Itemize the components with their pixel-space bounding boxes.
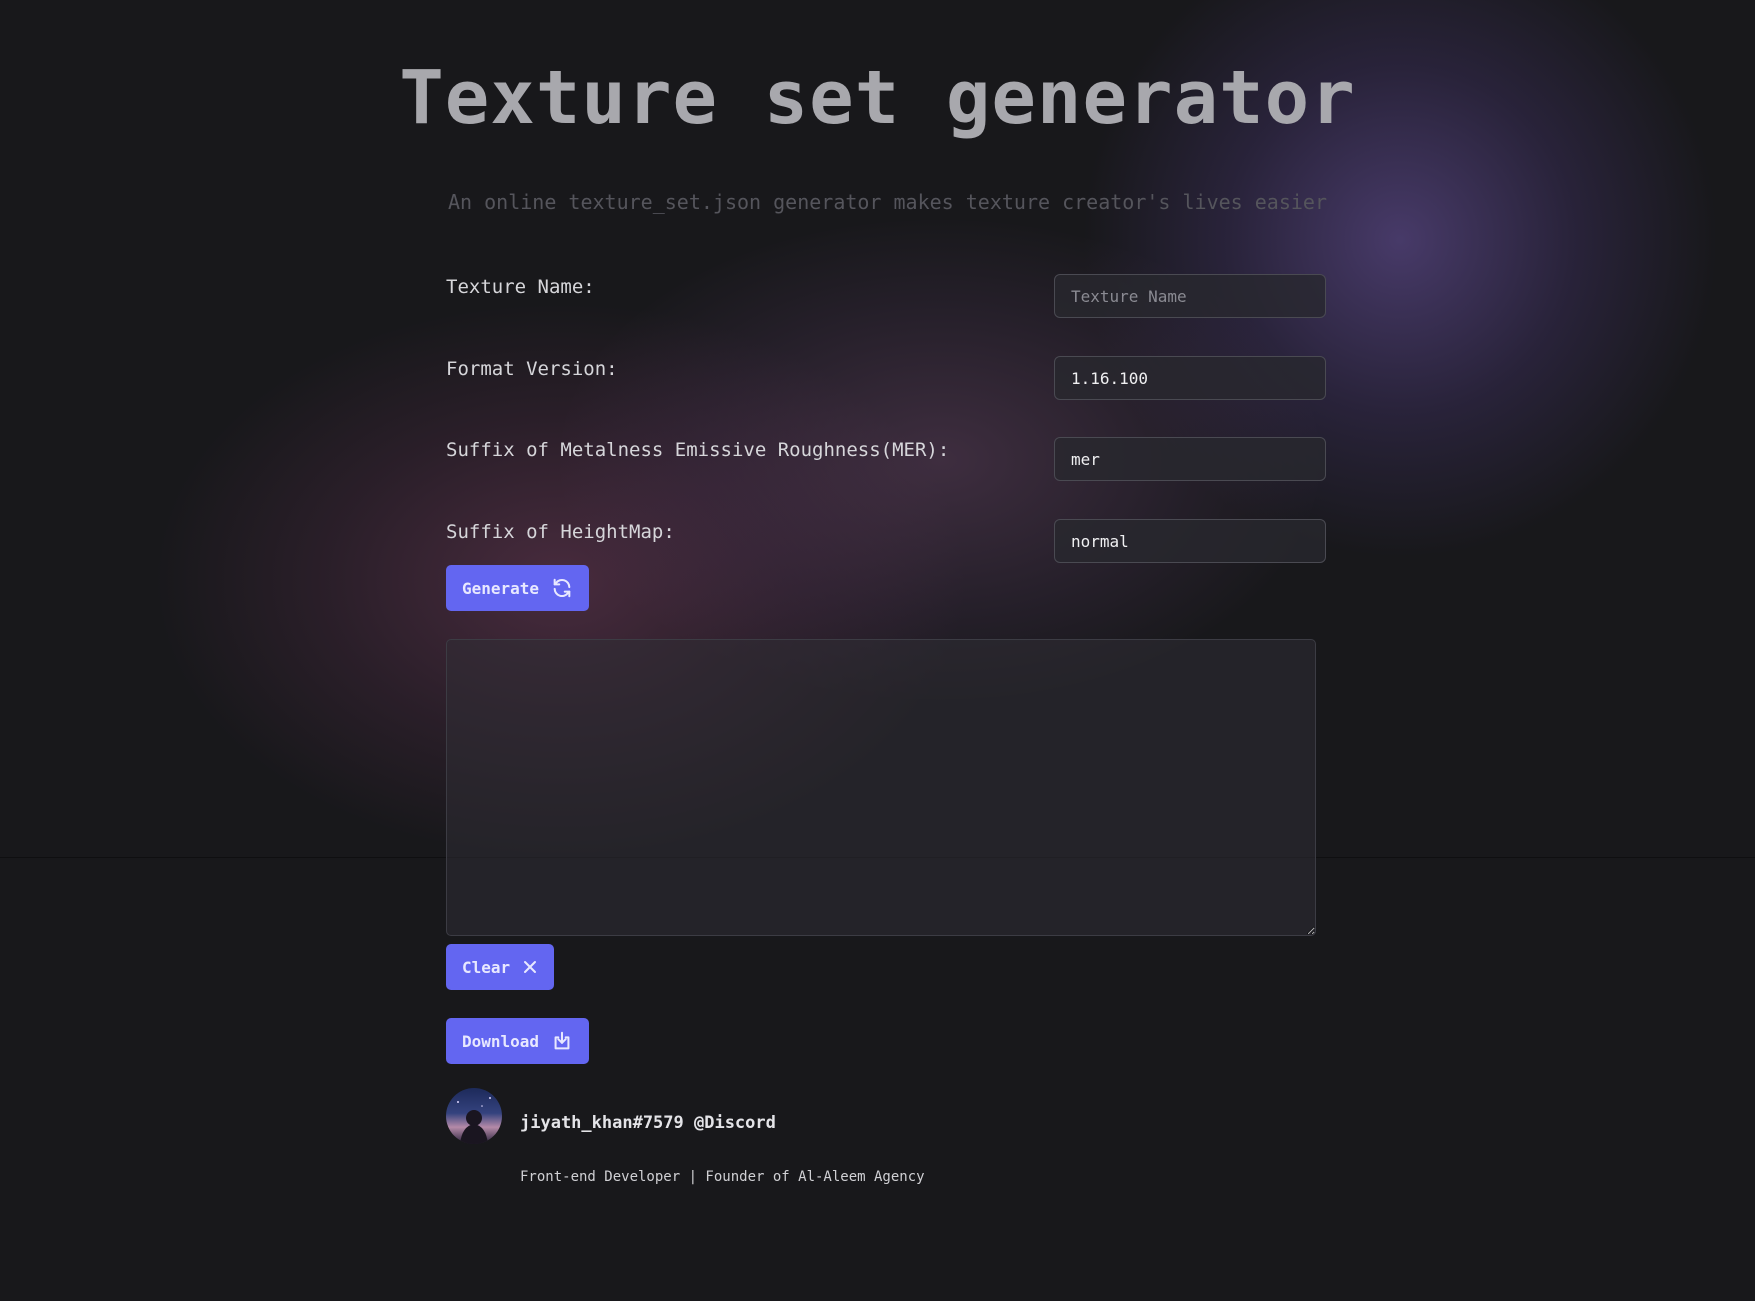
heightmap-suffix-input[interactable]	[1054, 519, 1326, 563]
download-icon	[551, 1030, 573, 1052]
download-button[interactable]: Download	[446, 1018, 590, 1064]
clear-label: Clear	[462, 957, 511, 977]
page: Texture set generator An online texture_…	[0, 0, 1755, 1301]
mer-suffix-label: Suffix of Metalness Emissive Roughness(M…	[446, 439, 950, 461]
close-icon	[522, 959, 538, 975]
texture-name-input[interactable]	[1054, 274, 1326, 318]
format-version-input[interactable]	[1054, 356, 1326, 400]
format-version-label: Format Version:	[446, 358, 618, 380]
refresh-icon	[551, 577, 573, 599]
download-label: Download	[462, 1031, 540, 1051]
generate-button[interactable]: Generate	[446, 565, 590, 611]
generate-label: Generate	[462, 578, 540, 598]
author-handle: jiyath_khan#7579 @Discord	[520, 1113, 776, 1133]
page-subtitle: An online texture_set.json generator mak…	[448, 190, 1327, 214]
texture-name-label: Texture Name:	[446, 276, 595, 298]
heightmap-suffix-label: Suffix of HeightMap:	[446, 521, 675, 543]
avatar[interactable]	[446, 1088, 502, 1144]
author-card	[446, 1088, 502, 1144]
mer-suffix-input[interactable]	[1054, 437, 1326, 481]
clear-button[interactable]: Clear	[446, 944, 555, 990]
page-title: Texture set generator	[399, 55, 1356, 141]
avatar-silhouette	[457, 1097, 491, 1144]
output-textarea[interactable]	[446, 639, 1316, 936]
author-role: Front-end Developer | Founder of Al-Alee…	[520, 1169, 925, 1185]
